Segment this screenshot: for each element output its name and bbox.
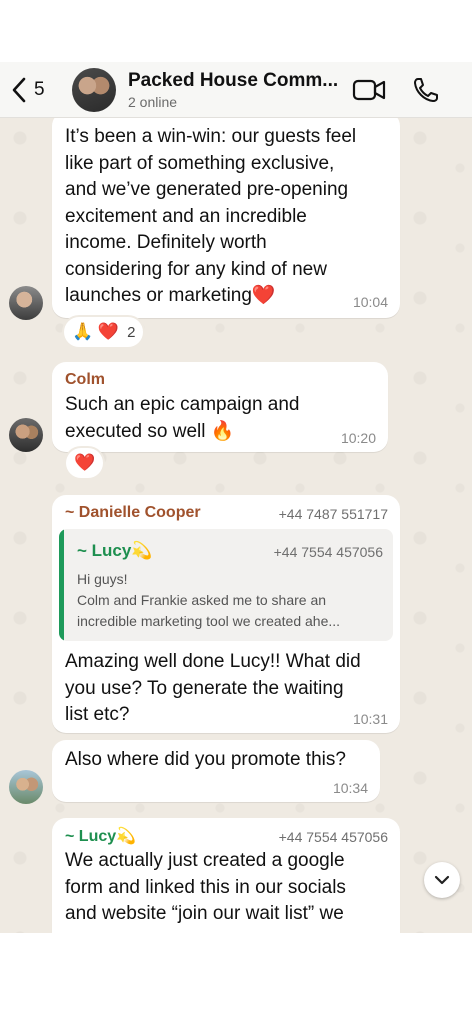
chat-title: Packed House Comm... <box>128 70 339 91</box>
sender-phone[interactable]: +44 7554 457056 <box>279 829 388 845</box>
back-button[interactable]: 5 <box>10 74 45 106</box>
reaction-count: 2 <box>127 323 136 341</box>
quote-line: incredible marketing tool we created ahe… <box>77 613 341 629</box>
message-line: We actually just created a google <box>65 850 345 871</box>
chevron-down-icon <box>434 875 450 885</box>
message-line: and we’ve generated pre-opening <box>65 179 349 200</box>
quoted-message[interactable]: ~ Lucy💫 +44 7554 457056 Hi guys! Colm an… <box>59 529 393 641</box>
chat-area[interactable]: It’s been a win-win: our guests feel lik… <box>0 118 472 933</box>
message-line: form and linked this in our socials <box>65 876 346 898</box>
online-status: 2 online <box>128 94 178 110</box>
sender-avatar[interactable] <box>9 418 43 452</box>
message-reactions[interactable]: ❤️ <box>66 448 104 478</box>
sender-name[interactable]: ~ Danielle Cooper <box>65 504 201 522</box>
quote-sender: ~ Lucy💫 <box>77 541 153 560</box>
phone-icon[interactable] <box>412 76 440 104</box>
message-line: excitement and an incredible <box>65 205 307 227</box>
chevron-left-icon <box>12 77 26 103</box>
message-line: It’s been a win-win: our guests feel <box>65 126 357 147</box>
message-time: 10:34 <box>332 780 368 796</box>
sender-name[interactable]: Colm <box>65 371 105 389</box>
reaction-emojis: 🙏 ❤️ <box>72 322 120 341</box>
message-bubble[interactable]: Also where did you promote this? 10:34 <box>52 740 380 802</box>
quote-line: Hi guys! <box>77 571 128 587</box>
message-line: Amazing well done Lucy!! What did <box>65 651 361 672</box>
message-line: Also where did you promote this? <box>65 749 346 770</box>
sender-name[interactable]: ~ Lucy💫 <box>65 826 136 846</box>
sender-phone[interactable]: +44 7487 551717 <box>279 506 388 522</box>
message-line: launches or marketing❤️ <box>65 285 276 306</box>
message-time: 10:04 <box>352 294 388 310</box>
message-bubble[interactable]: ~ Danielle Cooper +44 7487 551717 ~ Lucy… <box>52 495 400 733</box>
message-time: 10:31 <box>352 711 388 727</box>
group-avatar[interactable] <box>72 68 116 112</box>
sender-avatar[interactable] <box>9 770 43 804</box>
message-time: 10:20 <box>340 430 376 446</box>
quote-phone: +44 7554 457056 <box>273 544 383 560</box>
message-line: considering for any kind of new <box>65 258 327 280</box>
message-bubble[interactable]: It’s been a win-win: our guests feel lik… <box>52 118 400 318</box>
message-bubble[interactable]: ~ Lucy💫 +44 7554 457056 We actually just… <box>52 818 400 933</box>
message-bubble[interactable]: Colm Such an epic campaign and executed … <box>52 362 388 452</box>
reaction-emojis: ❤️ <box>74 453 96 472</box>
video-camera-icon[interactable] <box>352 77 386 103</box>
message-line: and website “join our wait list” we <box>65 903 344 924</box>
scroll-to-bottom-button[interactable] <box>424 862 460 898</box>
message-line: income. Definitely worth <box>65 232 267 253</box>
chat-title-block[interactable]: Packed House Comm... 2 online <box>128 70 343 110</box>
quote-accent-bar <box>59 529 64 641</box>
quote-line: Colm and Frankie asked me to share an <box>77 592 327 608</box>
message-reactions[interactable]: 🙏 ❤️ 2 <box>64 317 144 347</box>
sender-avatar[interactable] <box>9 286 43 320</box>
unread-count: 5 <box>34 79 45 100</box>
chat-header: 5 Packed House Comm... 2 online <box>0 62 472 118</box>
quote-text: Hi guys! Colm and Frankie asked me to sh… <box>77 569 381 632</box>
message-line: executed so well 🔥 <box>65 420 235 442</box>
message-line: Such an epic campaign and <box>65 394 300 415</box>
message-line: like part of something exclusive, <box>65 152 335 174</box>
message-line: list etc? <box>65 704 130 725</box>
message-line: you use? To generate the waiting <box>65 677 344 699</box>
